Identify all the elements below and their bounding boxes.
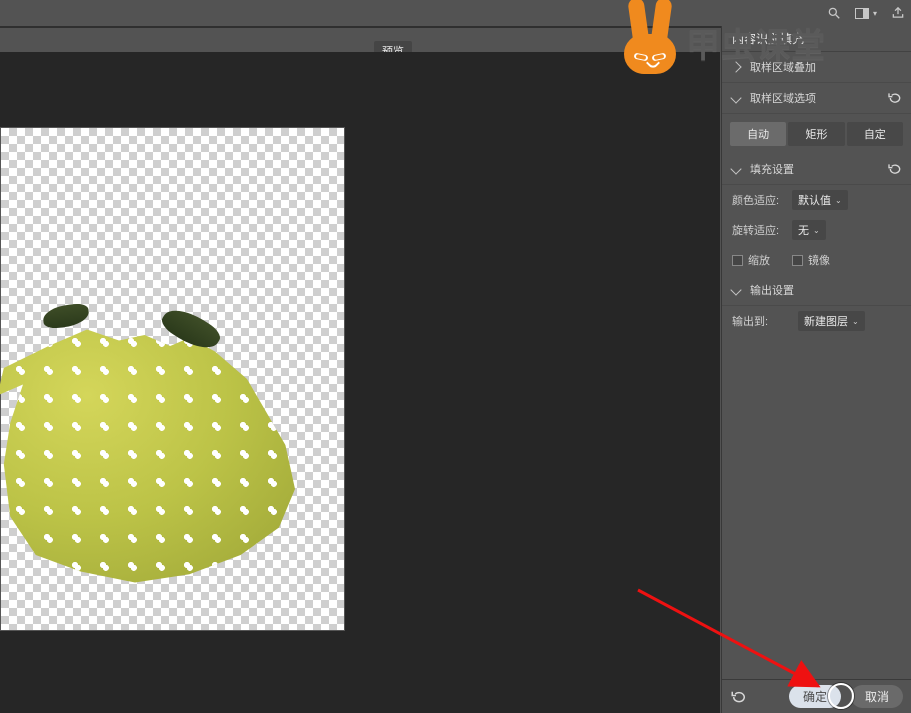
color-adapt-row: 颜色适应: 默认值 ⌄ [722, 185, 911, 215]
sampling-custom-button[interactable]: 自定 [847, 122, 903, 146]
scale-checkbox[interactable]: 缩放 [732, 252, 770, 268]
chevron-down-icon [730, 163, 741, 174]
document-canvas[interactable] [0, 127, 345, 631]
top-toolbar: ▾ [0, 0, 911, 26]
ok-button[interactable]: 确定 [789, 685, 841, 708]
rotation-adapt-dropdown[interactable]: 无 ⌄ [792, 220, 826, 240]
section-label: 填充设置 [750, 161, 794, 177]
panel-title: 内容识别填充 [722, 26, 911, 52]
checkbox-box[interactable] [792, 255, 803, 266]
dropdown-value: 默认值 [798, 192, 831, 208]
section-output-settings[interactable]: 输出设置 [722, 275, 911, 306]
reset-icon[interactable] [887, 162, 903, 176]
section-label: 取样区域叠加 [750, 59, 816, 75]
color-adapt-dropdown[interactable]: 默认值 ⌄ [792, 190, 848, 210]
chevron-down-icon [730, 92, 741, 103]
output-to-dropdown[interactable]: 新建图层 ⌄ [798, 311, 865, 331]
section-fill-settings[interactable]: 填充设置 [722, 154, 911, 185]
color-adapt-label: 颜色适应: [732, 192, 786, 208]
checkbox-box[interactable] [732, 255, 743, 266]
chevron-down-icon: ⌄ [835, 196, 842, 205]
dropdown-value: 新建图层 [804, 313, 848, 329]
reset-icon[interactable] [730, 690, 748, 704]
output-to-row: 输出到: 新建图层 ⌄ [722, 306, 911, 336]
chevron-down-icon: ⌄ [813, 226, 820, 235]
canvas-area[interactable] [0, 52, 720, 713]
panel-footer: 确定 取消 [722, 679, 911, 713]
sampling-buttons: 自动 矩形 自定 [722, 114, 911, 154]
search-icon[interactable] [827, 6, 841, 20]
workspace-switcher[interactable]: ▾ [855, 8, 877, 19]
fill-toggles: 缩放 镜像 [722, 245, 911, 275]
chevron-right-icon [730, 61, 741, 72]
section-label: 取样区域选项 [750, 90, 816, 106]
sampling-rect-button[interactable]: 矩形 [788, 122, 844, 146]
rotation-adapt-label: 旋转适应: [732, 222, 786, 238]
chevron-down-icon [730, 284, 741, 295]
image-subject [0, 313, 311, 588]
section-label: 输出设置 [750, 282, 794, 298]
output-to-label: 输出到: [732, 313, 776, 329]
share-icon[interactable] [891, 6, 905, 20]
section-sampling-overlay[interactable]: 取样区域叠加 [722, 52, 911, 83]
sampling-auto-button[interactable]: 自动 [730, 122, 786, 146]
cancel-button[interactable]: 取消 [851, 685, 903, 708]
dropdown-value: 无 [798, 222, 809, 238]
checkbox-label: 镜像 [808, 252, 830, 268]
reset-icon[interactable] [887, 91, 903, 105]
mirror-checkbox[interactable]: 镜像 [792, 252, 830, 268]
rotation-adapt-row: 旋转适应: 无 ⌄ [722, 215, 911, 245]
section-sampling-options[interactable]: 取样区域选项 [722, 83, 911, 114]
side-panel: 内容识别填充 取样区域叠加 取样区域选项 自动 矩形 自定 填充设置 颜色适应:… [721, 26, 911, 713]
checkbox-label: 缩放 [748, 252, 770, 268]
chevron-down-icon: ⌄ [852, 317, 859, 326]
